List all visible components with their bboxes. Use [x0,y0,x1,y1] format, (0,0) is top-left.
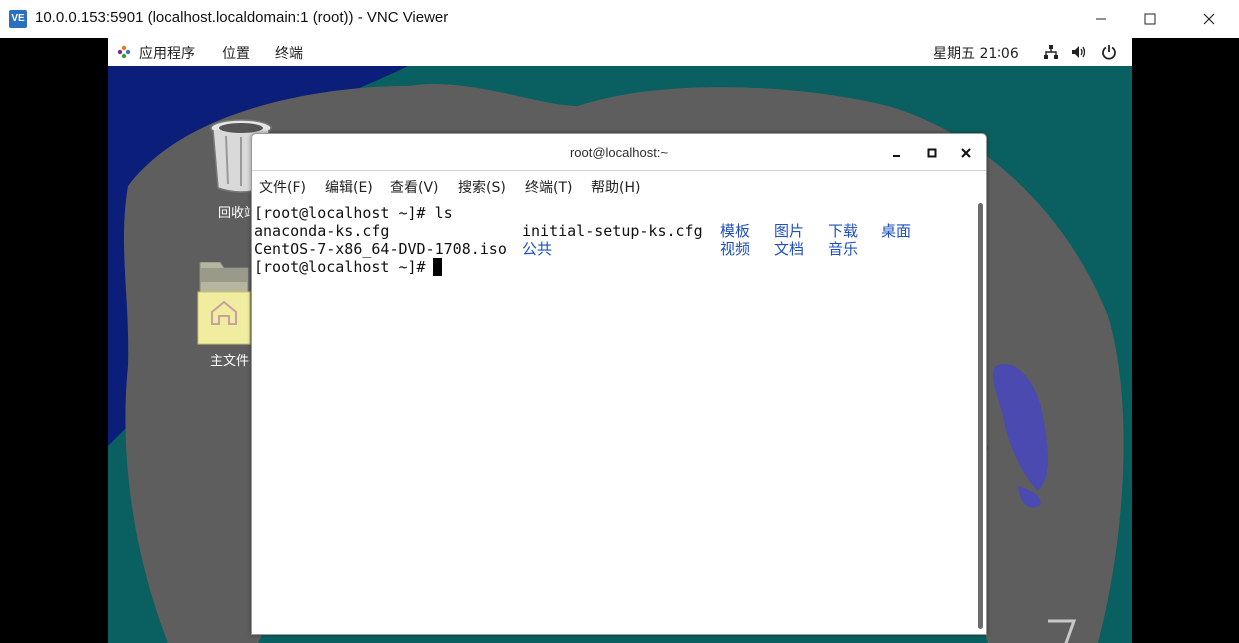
menu-terminal[interactable]: 终端 [275,43,303,63]
file-entry: CentOS-7-x86_64-DVD-1708.iso [254,240,507,258]
terminal-close-button[interactable] [954,142,978,164]
terminal-maximize-button[interactable] [920,142,944,164]
dir-entry: 模板 [720,222,751,240]
dir-entry: 文档 [774,240,805,258]
clock[interactable]: 星期五 21∶06 [933,43,1019,63]
terminal-titlebar[interactable]: root@localhost:~ [252,134,986,171]
minimize-button[interactable] [1078,0,1124,38]
close-icon [1203,13,1215,25]
scrollbar-thumb[interactable] [978,203,983,629]
menu-search[interactable]: 搜索(S) [458,177,506,197]
terminal-title: root@localhost:~ [569,145,669,160]
prompt-line: [root@localhost ~]# ls [254,204,453,222]
home-folder-label: 主文件夹 [210,354,250,369]
dir-entry: 公共 [522,240,553,258]
prompt-line: [root@localhost ~]# [254,258,435,276]
terminal-cursor [433,258,442,276]
menu-file[interactable]: 文件(F) [259,177,306,197]
menu-help[interactable]: 帮助(H) [591,177,640,197]
terminal-scrollbar[interactable] [975,199,986,634]
volume-icon[interactable] [1071,44,1087,60]
gnome-apps-icon[interactable] [117,45,131,59]
gnome-top-bar: 应用程序 位置 终端 星期五 21∶06 [108,38,1132,66]
terminal-menubar: 文件(F) 编辑(E) 查看(V) 搜索(S) 终端(T) 帮助(H) [252,171,986,199]
menu-terminal[interactable]: 终端(T) [525,177,572,197]
maximize-icon [1144,13,1156,25]
trash-label: 回收站 [218,206,250,221]
maximize-button[interactable] [1127,0,1173,38]
menu-places[interactable]: 位置 [222,43,250,63]
close-icon [961,148,971,158]
vnc-titlebar: VE 10.0.0.153:5901 (localhost.localdomai… [0,0,1239,38]
close-button[interactable] [1186,0,1232,38]
vnc-app-icon: VE [9,10,27,28]
menu-edit[interactable]: 编辑(E) [325,177,373,197]
maximize-icon [927,148,937,158]
dir-entry: 下载 [828,222,859,240]
terminal-minimize-button[interactable] [885,142,909,164]
terminal-window[interactable]: root@localhost:~ 文件(F) 编辑(E) 查看(V) 搜索(S)… [251,133,987,635]
remote-desktop[interactable]: 应用程序 位置 终端 星期五 21∶06 回收站 [108,38,1132,643]
terminal-output[interactable]: [root@localhost ~]# ls anaconda-ks.cfg i… [252,199,974,634]
file-entry: anaconda-ks.cfg [254,222,390,240]
dir-entry: 音乐 [828,240,859,258]
minimize-icon [893,155,900,157]
home-folder-icon [197,262,251,345]
minimize-icon [1096,18,1106,20]
menu-view[interactable]: 查看(V) [390,177,439,197]
power-icon[interactable] [1101,44,1117,60]
network-icon[interactable] [1043,44,1059,60]
dir-entry: 图片 [774,222,805,240]
menu-applications[interactable]: 应用程序 [139,43,195,63]
dir-entry: 桌面 [881,222,912,240]
desktop-home-folder[interactable]: 主文件夹 [196,262,256,372]
file-entry: initial-setup-ks.cfg [522,222,703,240]
window-title: 10.0.0.153:5901 (localhost.localdomain:1… [35,9,449,26]
dir-entry: 视频 [720,240,751,258]
